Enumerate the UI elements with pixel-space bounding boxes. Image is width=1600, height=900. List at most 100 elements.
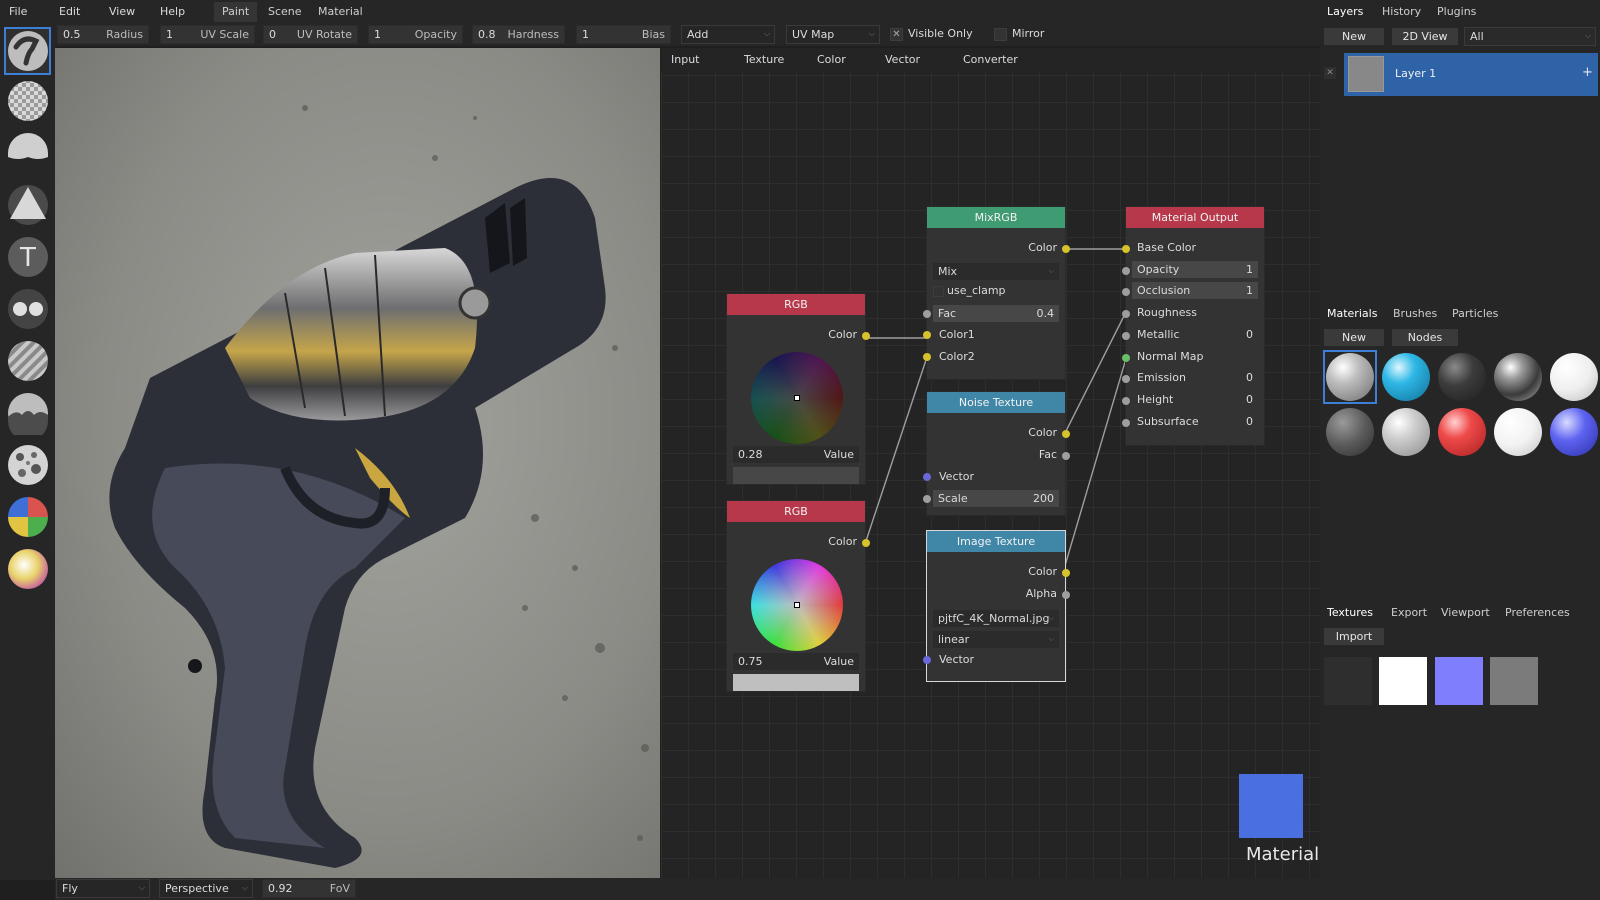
rgb-node-1-color-socket[interactable] [862, 332, 870, 340]
noise-texture-node[interactable]: Noise Texture Color Fac Vector Scale 200 [923, 391, 1070, 516]
layer-filter-dropdown[interactable]: All ⌵ [1464, 27, 1596, 46]
tab-preferences[interactable]: Preferences [1505, 606, 1570, 619]
mixrgb-fac-slider[interactable]: Fac 0.4 [933, 305, 1059, 322]
material-slot-4[interactable] [1494, 353, 1542, 401]
camera-mode-dropdown[interactable]: Fly ⌵ [56, 879, 150, 898]
viewport-3d[interactable] [55, 48, 660, 878]
tab-brushes[interactable]: Brushes [1393, 307, 1437, 320]
noise-scale-socket[interactable] [923, 495, 931, 503]
tab-materials[interactable]: Materials [1327, 307, 1377, 320]
output-height-input[interactable]: Height 0 [1132, 391, 1258, 408]
hardness-field[interactable]: 0.8 Hardness [472, 25, 565, 44]
material-slot-2[interactable] [1382, 353, 1430, 401]
blend-mode-dropdown[interactable]: Add ⌵ [681, 25, 775, 44]
output-normal-map-socket[interactable] [1122, 353, 1130, 362]
rgb-node-2-color-socket[interactable] [862, 539, 870, 547]
new-material-button[interactable]: New [1324, 329, 1384, 346]
noise-color-socket[interactable] [1062, 430, 1070, 438]
mixrgb-color1-socket[interactable] [923, 331, 931, 339]
noise-texture-header[interactable]: Noise Texture [927, 392, 1065, 413]
material-slot-3[interactable] [1438, 353, 1486, 401]
mixrgb-fac-socket[interactable] [923, 310, 931, 318]
color-picker-handle[interactable] [794, 395, 800, 401]
output-normal-map-input[interactable]: Normal Map [1132, 348, 1258, 365]
fov-field[interactable]: 0.92 FoV [262, 879, 356, 898]
output-base-color-input[interactable]: Base Color [1132, 239, 1258, 256]
mixrgb-color2-socket[interactable] [923, 353, 931, 361]
material-slot-7[interactable] [1382, 408, 1430, 456]
output-roughness-input[interactable]: Roughness [1132, 304, 1258, 321]
output-roughness-socket[interactable] [1122, 310, 1130, 319]
output-occlusion-input[interactable]: Occlusion 1 [1132, 282, 1258, 300]
brush-tool[interactable] [4, 27, 51, 75]
menu-view[interactable]: View [109, 4, 135, 19]
output-metallic-input[interactable]: Metallic 0 [1132, 326, 1258, 343]
fill-tool[interactable] [4, 77, 51, 125]
rgb-node-1-color-wheel[interactable] [751, 352, 843, 444]
opacity-field[interactable]: 1 Opacity [368, 25, 463, 44]
material-output-header[interactable]: Material Output [1126, 207, 1264, 228]
output-subsurface-input[interactable]: Subsurface 0 [1132, 413, 1258, 430]
clone-tool[interactable] [4, 285, 51, 333]
material-slot-5[interactable] [1550, 353, 1598, 401]
rgb-node-2-value-slider[interactable]: 0.75 Value [733, 653, 859, 670]
material-slot-6[interactable] [1326, 408, 1374, 456]
smudge-tool[interactable] [4, 389, 51, 437]
rgb-node-2-color-wheel[interactable] [751, 559, 843, 651]
material-nodes-button[interactable]: Nodes [1392, 329, 1458, 346]
output-subsurface-socket[interactable] [1122, 418, 1130, 427]
output-base-color-socket[interactable] [1122, 245, 1130, 253]
image-texture-header[interactable]: Image Texture [927, 531, 1065, 552]
color-picker-handle[interactable] [794, 602, 800, 608]
picker-tool[interactable] [4, 545, 51, 593]
texture-thumb-2[interactable] [1379, 657, 1427, 705]
image-interpolation-dropdown[interactable]: linear ⌵ [933, 631, 1059, 648]
material-output-node[interactable]: Material Output Base Color Opacity 1 Occlus… [1122, 206, 1265, 446]
texture-thumb-3[interactable] [1435, 657, 1483, 705]
image-vector-socket[interactable] [923, 656, 931, 664]
image-file-dropdown[interactable]: pjtfC_4K_Normal.jpg ⌵ [933, 610, 1059, 627]
output-opacity-socket[interactable] [1122, 266, 1130, 275]
rgb-node-1[interactable]: RGB Color 0.28 Value [726, 293, 870, 485]
mixrgb-mode-dropdown[interactable]: Mix ⌵ [933, 263, 1059, 280]
menu-file[interactable]: File [9, 4, 27, 19]
texture-thumb-4[interactable] [1490, 657, 1538, 705]
output-emission-input[interactable]: Emission 0 [1132, 369, 1258, 386]
tab-export[interactable]: Export [1391, 606, 1427, 619]
tab-history[interactable]: History [1382, 5, 1421, 18]
mirror-checkbox[interactable] [994, 28, 1007, 41]
layer-row[interactable]: Layer 1 + [1344, 53, 1598, 96]
material-slot-9[interactable] [1494, 408, 1542, 456]
material-slot-8[interactable] [1438, 408, 1486, 456]
menu-help[interactable]: Help [160, 4, 185, 19]
rgb-node-1-value-slider[interactable]: 0.28 Value [733, 446, 859, 463]
material-slot-1[interactable] [1326, 353, 1374, 401]
use-clamp-checkbox[interactable] [933, 286, 944, 297]
node-editor[interactable]: Input Texture Color Vector Converter RGB… [661, 48, 1320, 880]
tab-material[interactable]: Material [310, 2, 371, 22]
decal-tool[interactable] [4, 129, 51, 177]
image-color-socket[interactable] [1062, 569, 1070, 577]
particle-tool[interactable] [4, 441, 51, 489]
uv-rotate-field[interactable]: 0 UV Rotate [263, 25, 358, 44]
tab-plugins[interactable]: Plugins [1437, 5, 1476, 18]
mixrgb-node[interactable]: MixRGB Color Mix ⌵ use_clamp Fac 0.4 Color… [923, 206, 1070, 380]
texture-thumb-1[interactable] [1324, 657, 1372, 705]
tab-layers[interactable]: Layers [1327, 5, 1363, 18]
tab-textures[interactable]: Textures [1327, 606, 1373, 619]
text-tool[interactable]: T [4, 233, 51, 281]
tab-viewport[interactable]: Viewport [1441, 606, 1490, 619]
output-occlusion-socket[interactable] [1122, 288, 1130, 297]
bias-field[interactable]: 1 Bias [576, 25, 671, 44]
colorid-tool[interactable] [4, 493, 51, 541]
visible-only-checkbox[interactable]: ✕ [890, 28, 903, 41]
menu-edit[interactable]: Edit [59, 4, 80, 19]
output-height-socket[interactable] [1122, 396, 1130, 405]
shape-tool[interactable] [4, 181, 51, 229]
import-texture-button[interactable]: Import [1324, 628, 1384, 645]
noise-vector-socket[interactable] [923, 473, 931, 481]
rgb-node-2[interactable]: RGB Color 0.75 Value [726, 500, 870, 692]
layer-visibility-toggle[interactable]: ✕ [1324, 67, 1336, 79]
blur-tool[interactable] [4, 337, 51, 385]
mixrgb-node-header[interactable]: MixRGB [927, 207, 1065, 228]
